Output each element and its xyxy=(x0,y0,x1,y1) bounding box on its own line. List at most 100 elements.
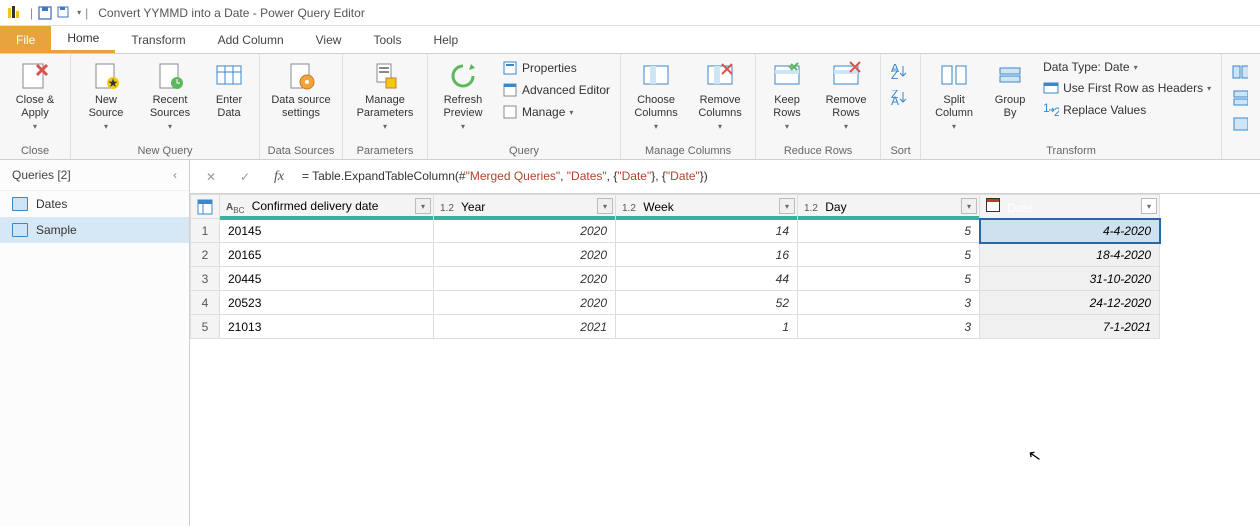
col-year[interactable]: Year ▾ xyxy=(434,195,616,219)
tab-view[interactable]: View xyxy=(300,26,358,53)
first-row-headers-button[interactable]: Use First Row as Headers xyxy=(1039,78,1215,98)
col-day[interactable]: Day ▾ xyxy=(798,195,980,219)
table-row[interactable]: 5210132021137-1-2021 xyxy=(191,315,1160,339)
queries-collapse[interactable]: ‹ xyxy=(173,168,177,182)
manage-parameters-button[interactable]: Manage Parameters xyxy=(349,58,421,131)
cell-day[interactable]: 5 xyxy=(798,219,980,243)
choose-columns-button[interactable]: Choose Columns xyxy=(627,58,685,131)
col-dropdown[interactable]: ▾ xyxy=(1141,198,1157,214)
cell-year[interactable]: 2020 xyxy=(434,219,616,243)
table-row[interactable]: 220165202016518-4-2020 xyxy=(191,243,1160,267)
formula-fx[interactable]: fx xyxy=(268,166,290,188)
cell-date[interactable]: 4-4-2020 xyxy=(980,219,1160,243)
enter-data-button[interactable]: Enter Data xyxy=(205,58,253,120)
row-number[interactable]: 1 xyxy=(191,219,220,243)
data-type-button[interactable]: Data Type: Date xyxy=(1039,58,1215,76)
formula-s3: "Date" xyxy=(617,169,651,183)
col-confirmed-label: Confirmed delivery date xyxy=(252,199,379,213)
cell-year[interactable]: 2021 xyxy=(434,315,616,339)
row-number[interactable]: 5 xyxy=(191,315,220,339)
cell-year[interactable]: 2020 xyxy=(434,243,616,267)
sort-asc-button[interactable]: AZ xyxy=(887,62,911,82)
query-item-dates[interactable]: Dates xyxy=(0,191,189,217)
col-week[interactable]: Week ▾ xyxy=(616,195,798,219)
recent-sources-button[interactable]: Recent Sources xyxy=(141,58,199,131)
refresh-preview-button[interactable]: Refresh Preview xyxy=(434,58,492,131)
cell-week[interactable]: 44 xyxy=(616,267,798,291)
formula-c4: }) xyxy=(700,169,708,183)
choose-columns-icon xyxy=(640,60,672,92)
remove-columns-icon xyxy=(704,60,736,92)
cell-date[interactable]: 24-12-2020 xyxy=(980,291,1160,315)
tab-help[interactable]: Help xyxy=(417,26,474,53)
col-dropdown[interactable]: ▾ xyxy=(779,198,795,214)
cell-date[interactable]: 7-1-2021 xyxy=(980,315,1160,339)
svg-text:1: 1 xyxy=(1043,102,1050,115)
corner-cell[interactable] xyxy=(191,195,220,219)
extra-button-2[interactable] xyxy=(1228,88,1252,108)
cell-confirmed[interactable]: 20523 xyxy=(220,291,434,315)
tab-tools[interactable]: Tools xyxy=(357,26,417,53)
cell-date[interactable]: 31-10-2020 xyxy=(980,267,1160,291)
table-row[interactable]: 320445202044531-10-2020 xyxy=(191,267,1160,291)
tab-transform[interactable]: Transform xyxy=(115,26,201,53)
save-icon[interactable] xyxy=(37,5,53,21)
formula-c2: , { xyxy=(607,169,618,183)
col-dropdown[interactable]: ▾ xyxy=(961,198,977,214)
cell-confirmed[interactable]: 20165 xyxy=(220,243,434,267)
tab-file[interactable]: File xyxy=(0,26,51,53)
cell-day[interactable]: 5 xyxy=(798,267,980,291)
split-column-label: Split Column xyxy=(927,94,981,120)
col-date[interactable]: Date ▾ xyxy=(980,195,1160,219)
group-by-button[interactable]: Group By xyxy=(987,58,1033,120)
new-source-button[interactable]: ★ New Source xyxy=(77,58,135,131)
table-row[interactable]: 420523202052324-12-2020 xyxy=(191,291,1160,315)
query-label: Dates xyxy=(36,197,67,211)
cell-year[interactable]: 2020 xyxy=(434,291,616,315)
cell-date[interactable]: 18-4-2020 xyxy=(980,243,1160,267)
row-number[interactable]: 4 xyxy=(191,291,220,315)
tab-add-column[interactable]: Add Column xyxy=(202,26,300,53)
cell-day[interactable]: 3 xyxy=(798,291,980,315)
close-apply-button[interactable]: Close & Apply xyxy=(6,58,64,131)
cell-confirmed[interactable]: 21013 xyxy=(220,315,434,339)
query-item-sample[interactable]: Sample xyxy=(0,217,189,243)
cell-week[interactable]: 1 xyxy=(616,315,798,339)
sort-desc-button[interactable]: ZA xyxy=(887,88,911,108)
cell-year[interactable]: 2020 xyxy=(434,267,616,291)
col-dropdown[interactable]: ▾ xyxy=(597,198,613,214)
row-number[interactable]: 3 xyxy=(191,267,220,291)
cell-confirmed[interactable]: 20445 xyxy=(220,267,434,291)
advanced-editor-button[interactable]: Advanced Editor xyxy=(498,80,614,100)
col-dropdown[interactable]: ▾ xyxy=(415,198,431,214)
tab-home[interactable]: Home xyxy=(51,26,115,53)
properties-button[interactable]: Properties xyxy=(498,58,614,78)
col-confirmed[interactable]: Confirmed delivery date ▾ xyxy=(220,195,434,219)
extra-button-1[interactable] xyxy=(1228,62,1252,82)
remove-rows-button[interactable]: Remove Rows xyxy=(818,58,874,131)
cell-confirmed[interactable]: 20145 xyxy=(220,219,434,243)
remove-columns-button[interactable]: Remove Columns xyxy=(691,58,749,131)
cell-week[interactable]: 52 xyxy=(616,291,798,315)
manage-query-button[interactable]: Manage xyxy=(498,102,614,122)
cell-day[interactable]: 3 xyxy=(798,315,980,339)
qat-dropdown[interactable]: ▾ xyxy=(77,8,81,17)
row-number[interactable]: 2 xyxy=(191,243,220,267)
split-column-button[interactable]: Split Column xyxy=(927,58,981,131)
group-reduce-rows-label: Reduce Rows xyxy=(762,143,874,157)
save-dropdown-icon[interactable] xyxy=(57,5,73,21)
replace-values-button[interactable]: 12Replace Values xyxy=(1039,100,1215,120)
extra-button-3[interactable] xyxy=(1228,114,1252,134)
recent-sources-label: Recent Sources xyxy=(141,94,199,120)
cell-week[interactable]: 14 xyxy=(616,219,798,243)
formula-text[interactable]: = Table.ExpandTableColumn(#"Merged Queri… xyxy=(302,169,1250,184)
formula-confirm[interactable]: ✓ xyxy=(234,166,256,188)
data-quality-bar xyxy=(616,216,797,220)
cell-day[interactable]: 5 xyxy=(798,243,980,267)
data-source-settings-button[interactable]: Data source settings xyxy=(266,58,336,120)
keep-rows-button[interactable]: Keep Rows xyxy=(762,58,812,131)
table-row[interactable]: 12014520201454-4-2020 xyxy=(191,219,1160,243)
formula-cancel[interactable]: ✕ xyxy=(200,166,222,188)
manage-query-label: Manage xyxy=(522,105,565,119)
cell-week[interactable]: 16 xyxy=(616,243,798,267)
